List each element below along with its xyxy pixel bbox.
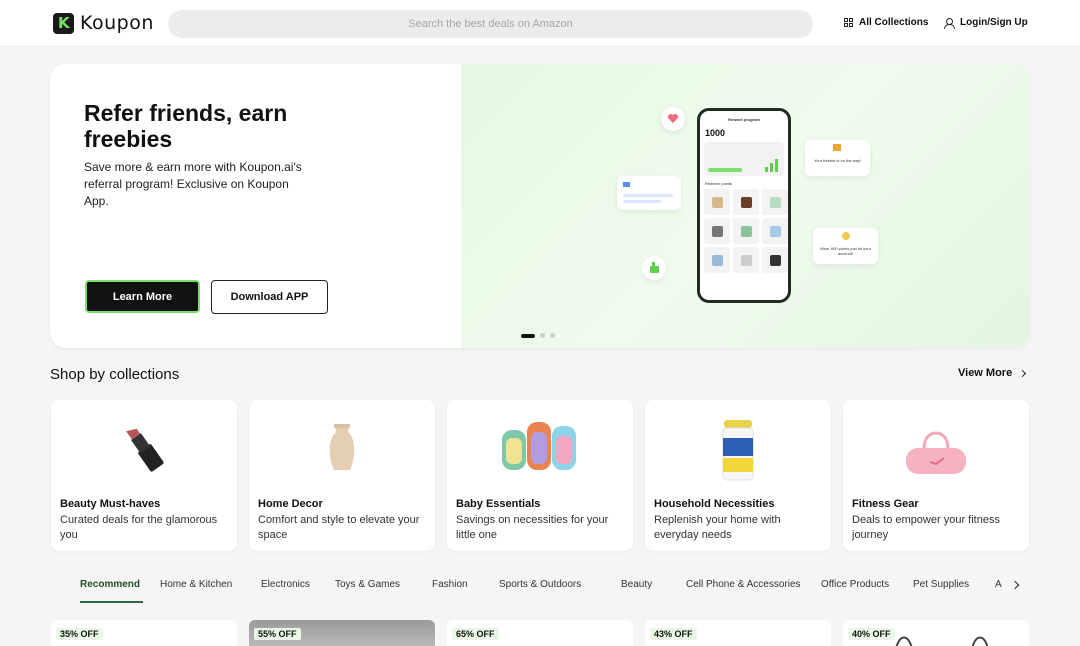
carousel-dots xyxy=(521,333,555,338)
points-bubble: Wow, 600 points just hit your account! xyxy=(813,228,878,264)
collection-card-baby[interactable]: Baby Essentials Savings on necessities f… xyxy=(447,400,633,551)
collection-desc: Curated deals for the glamorous you xyxy=(60,514,218,541)
collection-name: Household Necessities xyxy=(654,498,775,510)
view-more-link[interactable]: View More xyxy=(958,367,1027,379)
discount-badge: 65% OFF xyxy=(452,628,499,640)
thumbs-up-icon xyxy=(642,256,666,280)
phone-points: 1000 xyxy=(705,128,726,138)
points-text: Wow, 600 points just hit your account! xyxy=(820,246,871,256)
collection-desc: Savings on necessities for your little o… xyxy=(456,514,609,541)
collection-card-beauty[interactable]: Beauty Must-haves Curated deals for the … xyxy=(51,400,237,551)
category-tabs: Recommend Home & Kitchen Electronics Toy… xyxy=(80,572,1008,602)
megaphone-icon xyxy=(623,182,673,203)
carousel-dot-3[interactable] xyxy=(550,333,555,338)
deal-card[interactable]: 35% OFF xyxy=(51,620,237,646)
collection-name: Baby Essentials xyxy=(456,498,541,510)
all-collections-label: All Collections xyxy=(859,17,929,28)
tab-home-kitchen[interactable]: Home & Kitchen xyxy=(160,579,232,590)
tab-pet-supplies[interactable]: Pet Supplies xyxy=(913,579,969,590)
logo-icon xyxy=(53,12,74,34)
tab-recommend[interactable]: Recommend xyxy=(80,579,140,590)
gym-bag-image xyxy=(906,431,966,474)
deal-card[interactable]: 43% OFF xyxy=(645,620,831,646)
tab-cell-phone[interactable]: Cell Phone & Accessories xyxy=(686,579,801,590)
tab-beauty[interactable]: Beauty xyxy=(621,579,652,590)
carousel-dot-2[interactable] xyxy=(540,333,545,338)
user-icon xyxy=(944,17,955,29)
tab-fashion[interactable]: Fashion xyxy=(432,579,468,590)
logo-text: Koupon xyxy=(80,12,154,34)
collection-name: Fitness Gear xyxy=(852,498,919,510)
discount-badge: 55% OFF xyxy=(254,628,301,640)
phone-referral-card xyxy=(704,142,784,176)
carousel-dot-1[interactable] xyxy=(521,333,535,338)
search-input[interactable] xyxy=(168,10,813,38)
hero-description: Save more & earn more with Koupon.ai's r… xyxy=(84,160,302,208)
collection-card-household[interactable]: Household Necessities Replenish your hom… xyxy=(645,400,831,551)
active-tab-indicator xyxy=(80,601,143,603)
collection-name: Home Decor xyxy=(258,498,323,510)
tabs-next-chevron-icon[interactable] xyxy=(1010,580,1020,590)
collections-title: Shop by collections xyxy=(50,366,180,383)
collection-name: Beauty Must-haves xyxy=(60,498,161,510)
top-header: Koupon All Collections Login/Sign Up xyxy=(0,0,1080,47)
bag-image xyxy=(895,636,989,646)
learn-more-button[interactable]: Learn More xyxy=(85,280,200,313)
coin-icon xyxy=(842,232,850,240)
collection-desc: Comfort and style to elevate your space xyxy=(258,514,420,541)
tab-sports-outdoors[interactable]: Sports & Outdoors xyxy=(499,579,581,590)
wipes-canister-image xyxy=(722,420,754,481)
deal-card[interactable]: 40% OFF xyxy=(843,620,1029,646)
collection-card-home-decor[interactable]: Home Decor Comfort and style to elevate … xyxy=(249,400,435,551)
vase-image xyxy=(329,424,355,470)
grid-icon xyxy=(844,18,853,27)
phone-product-grid xyxy=(704,189,788,273)
logo[interactable]: Koupon xyxy=(53,12,154,34)
collection-desc: Deals to empower your fitness journey xyxy=(852,514,1000,541)
deal-card[interactable]: 65% OFF xyxy=(447,620,633,646)
phone-mockup: Reward program 1000 Redeem points xyxy=(697,108,791,303)
lipstick-image xyxy=(126,428,164,472)
all-collections-link[interactable]: All Collections xyxy=(844,17,928,28)
tab-office-products[interactable]: Office Products xyxy=(821,579,889,590)
view-more-label: View More xyxy=(958,367,1013,379)
freebie-bubble: Your freebie is on the way! xyxy=(805,140,870,176)
login-label: Login/Sign Up xyxy=(960,17,1028,28)
download-app-button[interactable]: Download APP xyxy=(211,280,328,314)
baby-bottles-image xyxy=(502,422,576,470)
tab-toys-games[interactable]: Toys & Games xyxy=(335,579,400,590)
megaphone-bubble xyxy=(617,176,681,210)
deal-card[interactable]: 55% OFF xyxy=(249,620,435,646)
tab-truncated[interactable]: A xyxy=(995,579,1002,590)
phone-header: Reward program xyxy=(728,117,760,122)
login-link[interactable]: Login/Sign Up xyxy=(944,17,1028,29)
collection-desc: Replenish your home with everyday needs xyxy=(654,514,781,541)
discount-badge: 35% OFF xyxy=(56,628,103,640)
phone-redeem-label: Redeem points xyxy=(705,181,732,186)
tab-electronics[interactable]: Electronics xyxy=(261,579,310,590)
collection-card-fitness[interactable]: Fitness Gear Deals to empower your fitne… xyxy=(843,400,1029,551)
hero-title: Refer friends, earn freebies xyxy=(84,100,288,152)
gift-icon xyxy=(833,144,841,151)
chevron-right-icon xyxy=(1019,369,1027,377)
freebie-text: Your freebie is on the way! xyxy=(814,158,861,163)
hero-illustration: Reward program 1000 Redeem points Your f… xyxy=(461,64,1030,348)
discount-badge: 43% OFF xyxy=(650,628,697,640)
heart-icon xyxy=(661,107,685,131)
hero-banner: Refer friends, earn freebies Save more &… xyxy=(50,64,1030,348)
